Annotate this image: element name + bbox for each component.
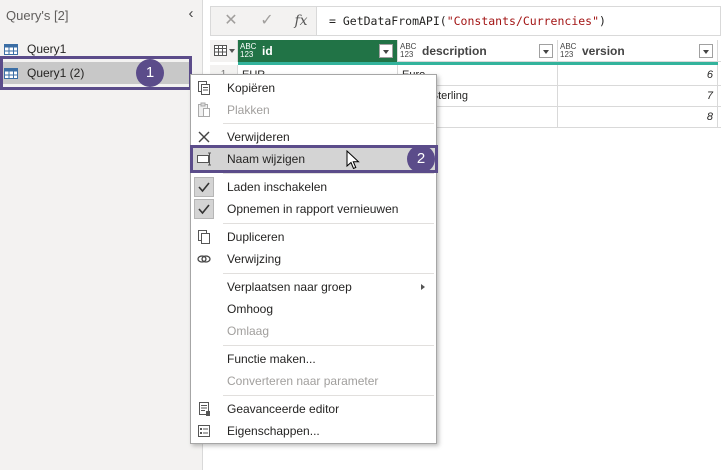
context-menu: Kopiëren Plakken Verwijderen Naam wijzig… [190, 74, 437, 444]
filter-dropdown-button[interactable] [379, 44, 393, 58]
menu-item-label: Functie maken... [227, 352, 316, 366]
queries-title: Query's [2] [6, 8, 69, 23]
column-header-label: version [582, 44, 625, 58]
paste-icon [198, 102, 210, 117]
menu-item-label: Plakken [227, 103, 270, 117]
menu-item-properties[interactable]: Eigenschappen... [192, 420, 435, 442]
formula-prefix: = GetDataFromAPI( [329, 14, 447, 28]
column-header-label: id [262, 44, 273, 58]
menu-item-create-function[interactable]: Functie maken... [192, 348, 435, 370]
formula-argument: "Constants/Currencies" [446, 14, 600, 28]
menu-item-advanced-editor[interactable]: Geavanceerde editor [192, 398, 435, 420]
menu-item-label: Omlaag [227, 324, 270, 338]
type-any-icon: ABC 123 [400, 42, 417, 59]
mouse-cursor-icon [346, 150, 360, 170]
menu-item-label: Verplaatsen naar groep [227, 280, 352, 294]
table-icon [4, 43, 18, 55]
table-menu-button[interactable] [210, 40, 238, 62]
menu-item-move-down[interactable]: Omlaag [192, 320, 435, 342]
insert-function-button[interactable]: fx [291, 11, 311, 31]
chevron-down-icon [229, 49, 235, 53]
formula-buttons: ✕ ✓ fx [211, 7, 317, 35]
menu-item-label: Laden inschakelen [227, 180, 328, 194]
menu-item-paste[interactable]: Plakken [192, 99, 435, 121]
menu-item-move-to-group[interactable]: Verplaatsen naar groep [192, 276, 435, 298]
checkmark-icon [198, 182, 210, 193]
step-badge-1: 1 [136, 59, 164, 87]
type-any-icon: ABC 123 [560, 42, 577, 59]
formula-input[interactable]: = GetDataFromAPI("Constants/Currencies") [329, 14, 606, 28]
column-header-label: description [422, 44, 487, 58]
column-header-version[interactable]: ABC 123 version [558, 40, 718, 62]
menu-separator [223, 395, 434, 396]
menu-item-label: Verwijderen [227, 130, 290, 144]
type-any-icon: ABC 123 [240, 42, 257, 59]
grid-header: ABC 123 id ABC 123 description ABC 123 vers… [210, 40, 721, 62]
table-icon [214, 45, 227, 56]
menu-item-convert-parameter[interactable]: Converteren naar parameter [192, 370, 435, 392]
menu-item-label: Eigenschappen... [227, 424, 320, 438]
menu-item-move-up[interactable]: Omhoog [192, 298, 435, 320]
formula-bar: ✕ ✓ fx = GetDataFromAPI("Constants/Curre… [210, 6, 721, 36]
menu-item-enable-load[interactable]: Laden inschakelen [192, 176, 435, 198]
menu-separator [223, 223, 434, 224]
menu-separator [223, 123, 434, 124]
menu-item-reference[interactable]: Verwijzing [192, 248, 435, 270]
checkmark-icon [198, 204, 210, 215]
cell-version[interactable]: 6 [558, 65, 718, 85]
menu-separator [223, 345, 434, 346]
menu-item-label: Dupliceren [227, 230, 285, 244]
menu-item-include-refresh[interactable]: Opnemen in rapport vernieuwen [192, 198, 435, 220]
filter-dropdown-button[interactable] [699, 44, 713, 58]
menu-separator [223, 273, 434, 274]
callout-highlight-rename [190, 145, 438, 173]
duplicate-icon [198, 230, 210, 244]
menu-item-duplicate[interactable]: Dupliceren [192, 226, 435, 248]
menu-item-label: Omhoog [227, 302, 274, 316]
link-icon [197, 255, 211, 263]
cell-version[interactable]: 8 [558, 107, 718, 127]
menu-item-label: Converteren naar parameter [227, 374, 379, 388]
cancel-formula-button[interactable]: ✕ [221, 11, 241, 31]
menu-item-copy[interactable]: Kopiëren [192, 77, 435, 99]
properties-icon [198, 425, 210, 437]
column-header-id[interactable]: ABC 123 id [238, 40, 398, 62]
copy-icon [198, 81, 210, 95]
close-icon [198, 131, 210, 143]
filter-dropdown-button[interactable] [539, 44, 553, 58]
column-header-description[interactable]: ABC 123 description [398, 40, 558, 62]
commit-formula-button[interactable]: ✓ [257, 11, 277, 31]
step-badge-2: 2 [407, 145, 435, 173]
collapse-pane-button[interactable]: ‹ [184, 6, 198, 22]
menu-separator [223, 173, 434, 174]
menu-item-label: Opnemen in rapport vernieuwen [227, 202, 399, 216]
queries-pane: Query's [2] ‹ Query1 Query1 (2) 1 [0, 0, 203, 470]
chevron-right-icon [421, 284, 425, 290]
menu-item-label: Geavanceerde editor [227, 402, 340, 416]
menu-item-label: Kopiëren [227, 81, 276, 95]
query-label: Query1 [27, 42, 67, 56]
menu-item-label: Verwijzing [227, 252, 282, 266]
formula-suffix: ) [599, 14, 606, 28]
cell-version[interactable]: 7 [558, 86, 718, 106]
advanced-editor-icon [199, 402, 210, 416]
